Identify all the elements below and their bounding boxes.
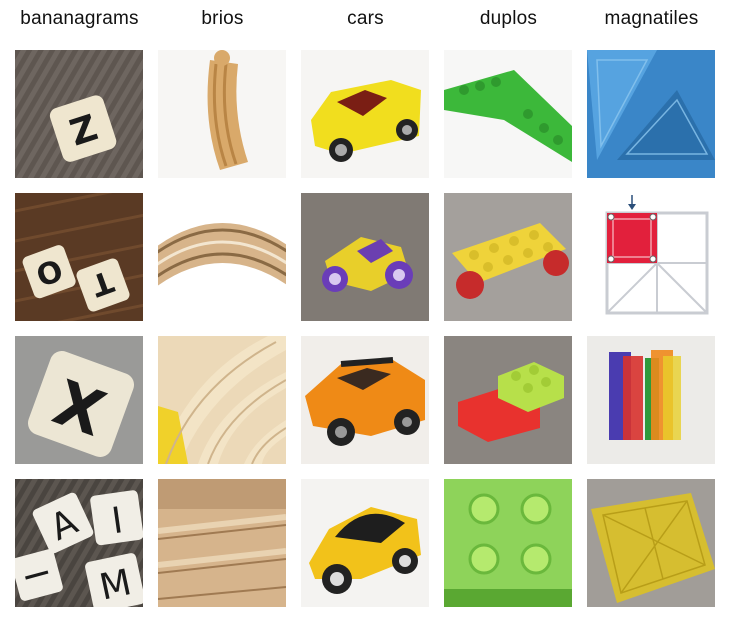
bananagrams-photo-3: X [15, 336, 143, 464]
cars-photo-1 [301, 50, 429, 178]
duplos-photo-3 [444, 336, 572, 464]
cars-photo-4 [301, 479, 429, 607]
cars-photo-2 [301, 193, 429, 321]
column-title-bananagrams: bananagrams [20, 8, 139, 29]
brios-photo-4 [158, 479, 286, 607]
column-title-cars: cars [347, 8, 384, 29]
magnatiles-photo-4 [587, 479, 715, 607]
column-title-magnatiles: magnatiles [604, 8, 699, 29]
magnatiles-photo-2 [587, 193, 715, 321]
cars-photo-3 [301, 336, 429, 464]
magnatiles-photo-1 [587, 50, 715, 178]
magnatiles-photo-3 [587, 336, 715, 464]
bananagrams-photo-1: Z [15, 50, 143, 178]
bananagrams-photo-4: A I I M [15, 479, 143, 607]
duplos-photo-1 [444, 50, 572, 178]
column-title-duplos: duplos [479, 8, 538, 29]
brios-photo-1 [158, 50, 286, 178]
duplos-photo-4 [444, 479, 572, 607]
brios-photo-2 [158, 193, 286, 321]
brios-photo-3 [158, 336, 286, 464]
duplos-photo-2 [444, 193, 572, 321]
column-title-brios: brios [201, 8, 244, 29]
bananagrams-photo-2: O T [15, 193, 143, 321]
